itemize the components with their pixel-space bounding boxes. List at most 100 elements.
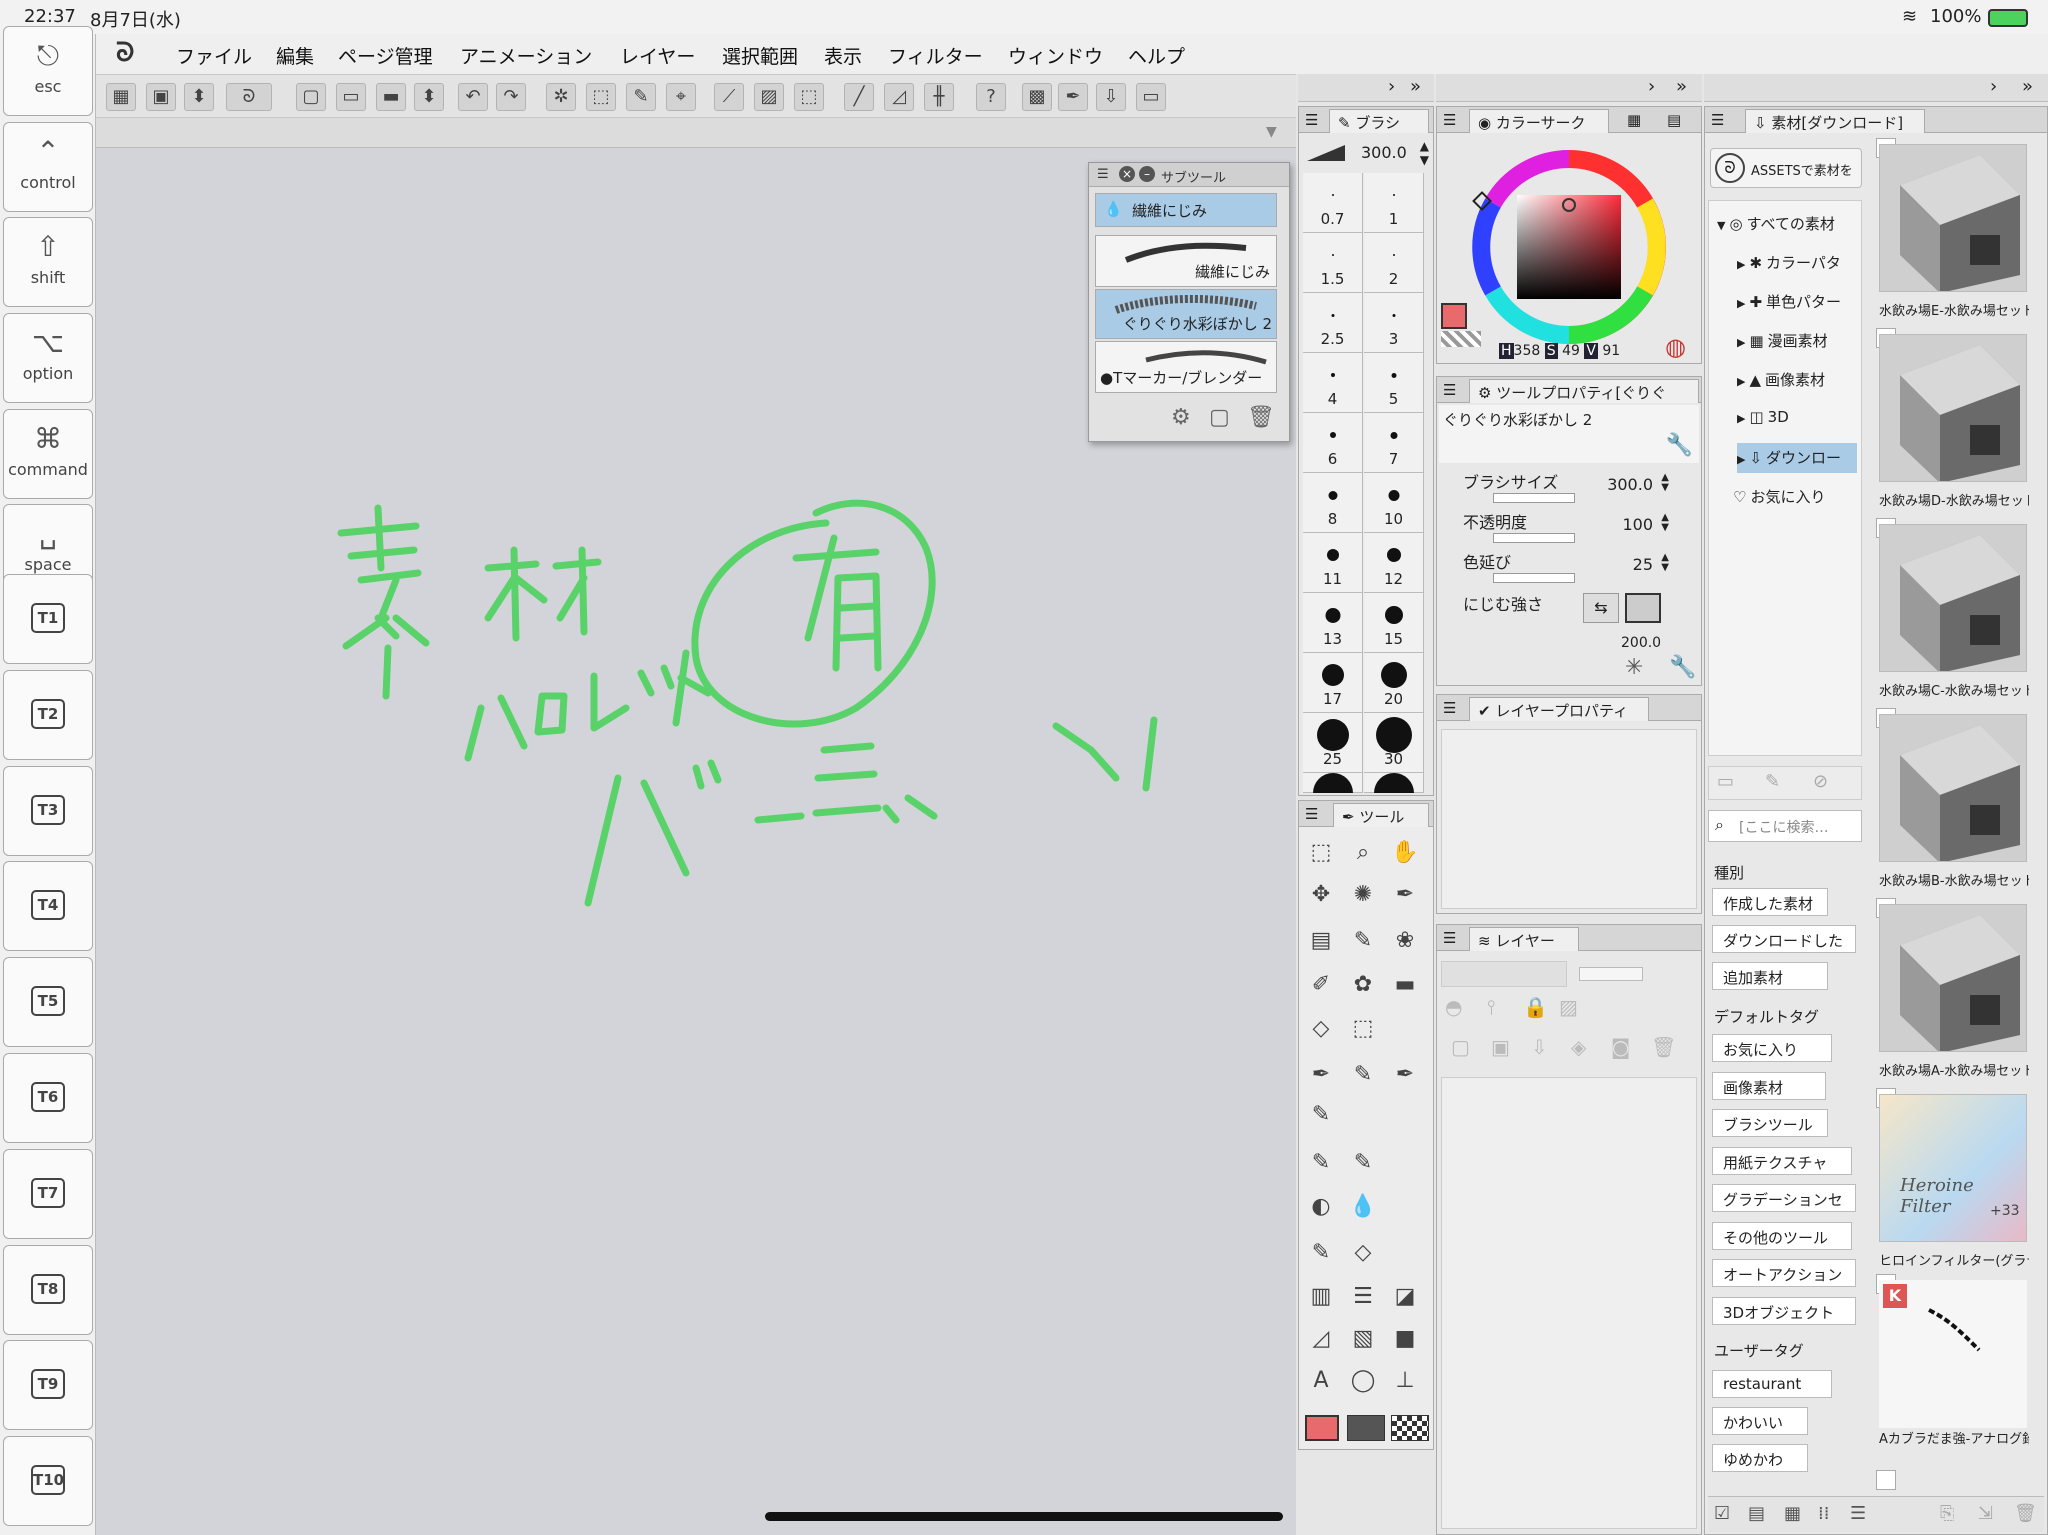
subtool-item-1[interactable]: ぐりぐり水彩ぼかし 2 — [1095, 289, 1277, 339]
gradient-icon[interactable]: ▧ — [1347, 1323, 1379, 1355]
tab-brush-size[interactable]: ✎ ブラシ — [1329, 109, 1429, 133]
key-t3[interactable]: T3 — [3, 765, 93, 856]
pen-icon[interactable]: ▤ — [1305, 925, 1337, 957]
asset-thumb-2[interactable] — [1879, 524, 2027, 672]
brush-size-cell[interactable]: 15 — [1364, 593, 1424, 653]
key-t8[interactable]: T8 — [3, 1244, 93, 1335]
stepper-icon[interactable]: ▲ ▼ — [1420, 139, 1429, 167]
key-t4[interactable]: T4 — [3, 861, 93, 952]
airbrush-icon[interactable]: ✐ — [1305, 969, 1337, 1001]
tree-item-7[interactable]: ♡ お気に入り — [1733, 482, 1853, 512]
new-icon[interactable]: ▢ — [296, 83, 326, 111]
subtool-item-2[interactable]: ●Tマーカー/ブレンダー — [1095, 341, 1277, 393]
main-color-swatch[interactable] — [1441, 303, 1467, 329]
asset-thumb-3[interactable] — [1879, 714, 2027, 862]
default-tag-3[interactable]: 用紙テクスチャ — [1712, 1146, 1852, 1175]
brush-size-cell[interactable]: 30 — [1364, 713, 1424, 773]
tree-item-6[interactable]: ▶ ⇩ ダウンロー — [1737, 443, 1857, 473]
brush-size-cell[interactable]: 25 — [1303, 713, 1363, 773]
ruler-icon[interactable]: ◿ — [1305, 1323, 1337, 1355]
brush-size-cell[interactable] — [1364, 773, 1424, 793]
auto-select-icon[interactable]: ✺ — [1347, 879, 1379, 911]
fill-icon[interactable]: ▨ — [754, 83, 784, 111]
zoom-icon[interactable]: ⌕ — [1347, 837, 1379, 869]
expand-icon[interactable]: » — [1676, 76, 1687, 97]
prop-row-2[interactable]: 色延び 25 ▲ ▼ — [1439, 549, 1699, 589]
stepper-icon[interactable]: ▲ ▼ — [1661, 553, 1669, 573]
expand-icon[interactable]: » — [2022, 76, 2033, 97]
menu-1[interactable]: 編集 — [276, 42, 314, 69]
brush-size-cell[interactable]: 4 — [1303, 353, 1363, 413]
brush-size-cell[interactable]: 3 — [1364, 293, 1424, 353]
expand-icon[interactable]: ▶ — [1737, 336, 1745, 349]
ruler-icon[interactable]: ╱ — [844, 83, 874, 111]
checker-icon[interactable]: ▩ — [1022, 83, 1052, 111]
menu-5[interactable]: 選択範囲 — [722, 42, 798, 69]
pink-eraser-icon[interactable]: ◇ — [1347, 1237, 1379, 1269]
lock-alpha-icon[interactable]: ▨ — [1559, 995, 1578, 1019]
minimize-icon[interactable]: – — [1139, 166, 1155, 182]
lasso-icon[interactable]: ✎ — [626, 83, 656, 111]
asset-thumb-4[interactable] — [1879, 904, 2027, 1052]
camera-icon[interactable]: ◙ — [1611, 1035, 1630, 1059]
layer-mask-icon[interactable]: ◈ — [1571, 1035, 1586, 1059]
redo-icon[interactable]: ↷ — [496, 83, 526, 111]
menu-0[interactable]: ファイル — [176, 42, 252, 69]
sub-color-chip[interactable] — [1347, 1415, 1385, 1441]
key-shift[interactable]: ⇧ shift — [3, 217, 93, 308]
brush-size-cell[interactable]: 5 — [1364, 353, 1424, 413]
prop-slider[interactable] — [1493, 493, 1575, 503]
menu-9[interactable]: ヘルプ — [1128, 42, 1185, 69]
brush-size-cell[interactable]: 8 — [1303, 473, 1363, 533]
hue-ring[interactable] — [1469, 147, 1669, 347]
menu-7[interactable]: フィルター — [888, 42, 983, 69]
paste-icon[interactable]: ⎘ — [1940, 1503, 1954, 1524]
tree-item-5[interactable]: ▶ ◫ 3D — [1737, 404, 1857, 434]
expand-icon[interactable]: » — [1410, 76, 1421, 97]
app-logo-icon[interactable]: ᘐ — [226, 83, 272, 111]
panel-menu-icon[interactable]: ☰ — [1711, 111, 1724, 129]
updown-icon[interactable]: ⬍ — [184, 83, 214, 111]
balloon-icon[interactable]: ◯ — [1347, 1365, 1379, 1397]
tool-settings-wrench-icon[interactable]: 🔧 — [1666, 433, 1693, 458]
default-tag-1[interactable]: 画像素材 — [1712, 1071, 1826, 1100]
stepper-icon[interactable]: ▲ ▼ — [1661, 473, 1669, 493]
key-control[interactable]: ⌃ control — [3, 121, 93, 212]
default-tag-6[interactable]: オートアクション — [1712, 1259, 1856, 1287]
brush-size-cell[interactable]: 1.5 — [1303, 233, 1363, 293]
pencil-blend-icon[interactable]: ✎ — [1305, 1147, 1337, 1179]
new-subtool-icon[interactable]: ▢ — [1209, 405, 1230, 430]
brush-size-value-row[interactable]: 300.0 ▲ ▼ — [1299, 137, 1433, 167]
canvas-icon[interactable]: ▣ — [146, 83, 176, 111]
eyedropper-icon[interactable]: ✒ — [1389, 879, 1421, 911]
brush-size-cell[interactable]: 12 — [1364, 533, 1424, 593]
brush-size-cell[interactable]: 13 — [1303, 593, 1363, 653]
color-mode-icon[interactable]: ◍ — [1665, 333, 1686, 361]
main-color-chip[interactable] — [1305, 1415, 1339, 1441]
menu-2[interactable]: ページ管理 — [338, 42, 433, 69]
key-option[interactable]: ⌥ option — [3, 313, 93, 404]
user-tag-2[interactable]: ゆめかわ — [1712, 1444, 1808, 1472]
collapse-icon[interactable]: › — [1648, 76, 1655, 97]
move-layer-icon[interactable]: ✥ — [1305, 879, 1337, 911]
tree-item-0[interactable]: ▼ ◎ すべての素材 — [1717, 209, 1857, 239]
prop-row-3[interactable]: にじむ強さ ⇆ — [1439, 591, 1699, 631]
user-tag-0[interactable]: restaurant — [1712, 1370, 1832, 1398]
pencil-light-icon[interactable]: ✎ — [1347, 1147, 1379, 1179]
expand-icon[interactable]: ▶ — [1737, 375, 1745, 388]
undo-icon[interactable]: ↶ — [458, 83, 488, 111]
fill-bucket-icon[interactable]: ✎ — [1305, 1237, 1337, 1269]
new-folder-icon[interactable]: ▣ — [1491, 1035, 1510, 1059]
brush-size-cell[interactable]: 0.7 — [1303, 173, 1363, 233]
prop-row-1[interactable]: 不透明度 100 ▲ ▼ — [1439, 509, 1699, 549]
asset-thumb-0[interactable] — [1879, 144, 2027, 292]
line-tool-icon[interactable]: ⊥ — [1389, 1365, 1421, 1397]
prop-slider[interactable] — [1493, 533, 1575, 543]
red-pen-icon[interactable]: ✎ — [1305, 1099, 1337, 1131]
delete-asset-icon[interactable]: 🗑 — [2014, 1503, 2037, 1524]
panel-menu-icon[interactable]: ☰ — [1097, 167, 1109, 182]
opacity-slider[interactable] — [1579, 967, 1643, 981]
lines-icon[interactable]: ☰ — [1347, 1281, 1379, 1313]
clear-icon[interactable]: ⟋ — [714, 83, 744, 111]
expand-icon[interactable]: ▶ — [1737, 412, 1745, 425]
